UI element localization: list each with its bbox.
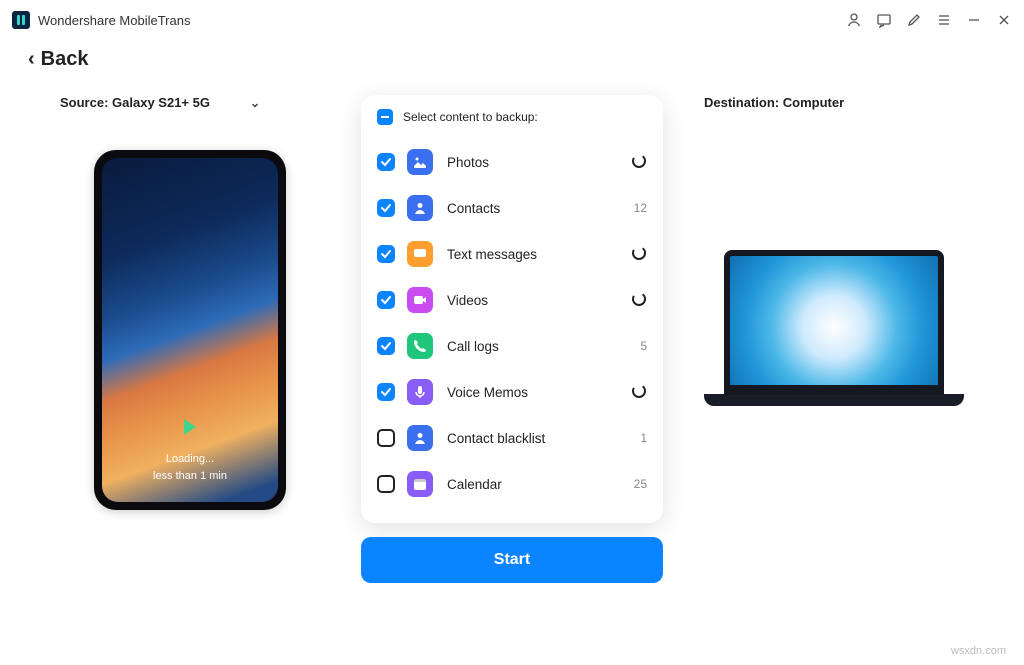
item-checkbox[interactable] (377, 291, 395, 309)
blacklist-icon (407, 425, 433, 451)
panel-header-text: Select content to backup: (403, 110, 538, 124)
item-label: Calendar (447, 477, 634, 492)
item-checkbox[interactable] (377, 153, 395, 171)
back-label: Back (41, 48, 89, 71)
chevron-left-icon: ‹ (28, 48, 35, 71)
item-checkbox[interactable] (377, 199, 395, 217)
source-selector[interactable]: Source: Galaxy S21+ 5G ⌄ (60, 95, 320, 110)
item-label: Contact blacklist (447, 431, 640, 446)
edit-icon[interactable] (906, 12, 922, 28)
list-item: Contact blacklist1 (377, 415, 647, 461)
app-logo (12, 11, 30, 29)
loading-status: Loading... less than 1 min (153, 451, 227, 484)
item-label: Contacts (447, 201, 634, 216)
source-name: Galaxy S21+ 5G (112, 95, 210, 110)
select-all-checkbox[interactable] (377, 109, 393, 125)
messages-icon (407, 241, 433, 267)
back-button[interactable]: ‹ Back (0, 40, 1024, 85)
list-item: Contacts12 (377, 185, 647, 231)
item-count: 12 (634, 201, 647, 215)
loading-icon (631, 383, 647, 402)
list-item: Videos (377, 277, 647, 323)
list-item: Call logs5 (377, 323, 647, 369)
title-bar: Wondershare MobileTrans (0, 0, 1024, 40)
list-item: Voice Memos (377, 369, 647, 415)
item-checkbox[interactable] (377, 429, 395, 447)
close-icon[interactable] (996, 12, 1012, 28)
calllogs-icon (407, 333, 433, 359)
play-icon (184, 419, 196, 435)
item-checkbox[interactable] (377, 475, 395, 493)
item-label: Videos (447, 293, 631, 308)
item-label: Call logs (447, 339, 640, 354)
item-count: 5 (640, 339, 647, 353)
message-icon[interactable] (876, 12, 892, 28)
voice-icon (407, 379, 433, 405)
chevron-down-icon: ⌄ (250, 96, 260, 110)
loading-icon (631, 245, 647, 264)
content-list[interactable]: Photos Contacts12 Text messages Videos Call … (361, 135, 663, 515)
destination-device-image (704, 250, 964, 425)
contacts-icon (407, 195, 433, 221)
menu-icon[interactable] (936, 12, 952, 28)
item-checkbox[interactable] (377, 383, 395, 401)
start-button[interactable]: Start (361, 537, 663, 583)
list-item: Calendar25 (377, 461, 647, 507)
user-icon[interactable] (846, 12, 862, 28)
source-device-image: Loading... less than 1 min (94, 150, 286, 510)
watermark: wsxdn.com (951, 645, 1006, 657)
item-checkbox[interactable] (377, 337, 395, 355)
list-item: Apps (377, 507, 647, 515)
minimize-icon[interactable] (966, 12, 982, 28)
item-label: Text messages (447, 247, 631, 262)
item-count: 25 (634, 477, 647, 491)
list-item: Text messages (377, 231, 647, 277)
source-prefix: Source: (60, 95, 108, 110)
content-panel: Select content to backup: Photos Contacts… (361, 95, 663, 523)
loading-icon (631, 153, 647, 172)
item-label: Photos (447, 155, 631, 170)
item-checkbox[interactable] (377, 245, 395, 263)
videos-icon (407, 287, 433, 313)
destination-label: Destination: Computer (704, 95, 964, 110)
item-label: Voice Memos (447, 385, 631, 400)
photos-icon (407, 149, 433, 175)
calendar-icon (407, 471, 433, 497)
list-item: Photos (377, 139, 647, 185)
loading-icon (631, 291, 647, 310)
item-count: 1 (640, 431, 647, 445)
app-title: Wondershare MobileTrans (38, 13, 190, 28)
